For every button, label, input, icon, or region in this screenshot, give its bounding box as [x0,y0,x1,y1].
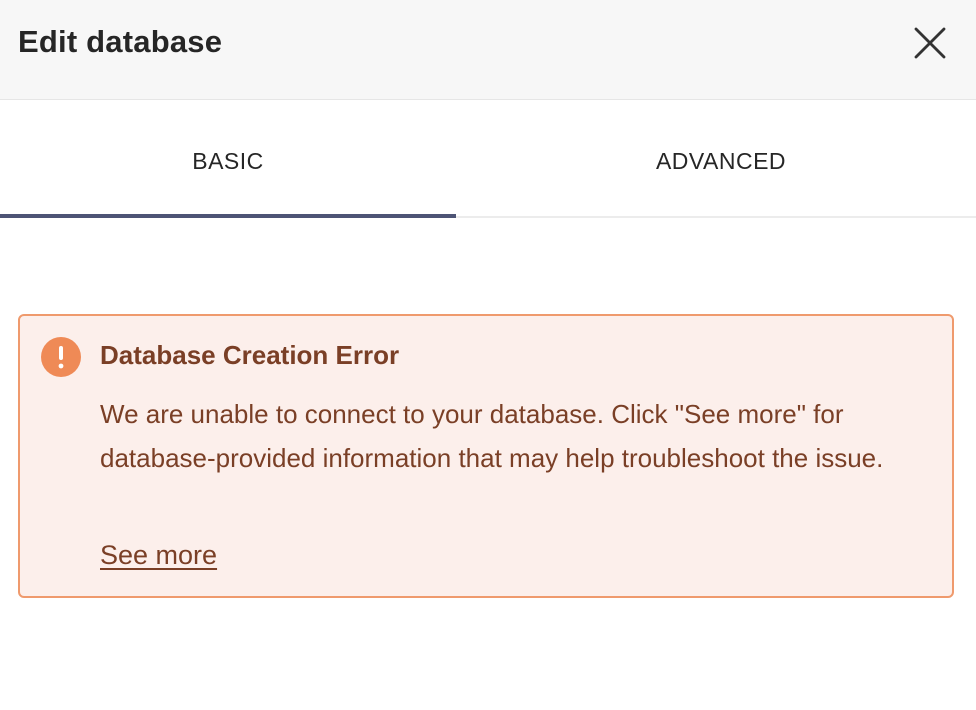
close-icon [914,27,946,59]
tab-basic[interactable]: BASIC [0,100,456,218]
close-button[interactable] [906,19,954,67]
tab-bar: BASIC ADVANCED [0,100,976,218]
alert-message: We are unable to connect to your databas… [100,399,884,473]
active-tab-indicator [0,214,456,218]
modal-title: Edit database [18,24,223,59]
error-alert: Database Creation Error We are unable to… [18,314,954,598]
exclamation-circle-icon [41,337,81,377]
tab-advanced[interactable]: ADVANCED [488,100,954,218]
see-more-link[interactable]: See more [100,540,217,571]
edit-database-modal: Edit database BASIC ADVANCED Database Cr… [0,0,976,710]
alert-title: Database Creation Error [100,340,400,370]
modal-header: Edit database [0,0,976,100]
